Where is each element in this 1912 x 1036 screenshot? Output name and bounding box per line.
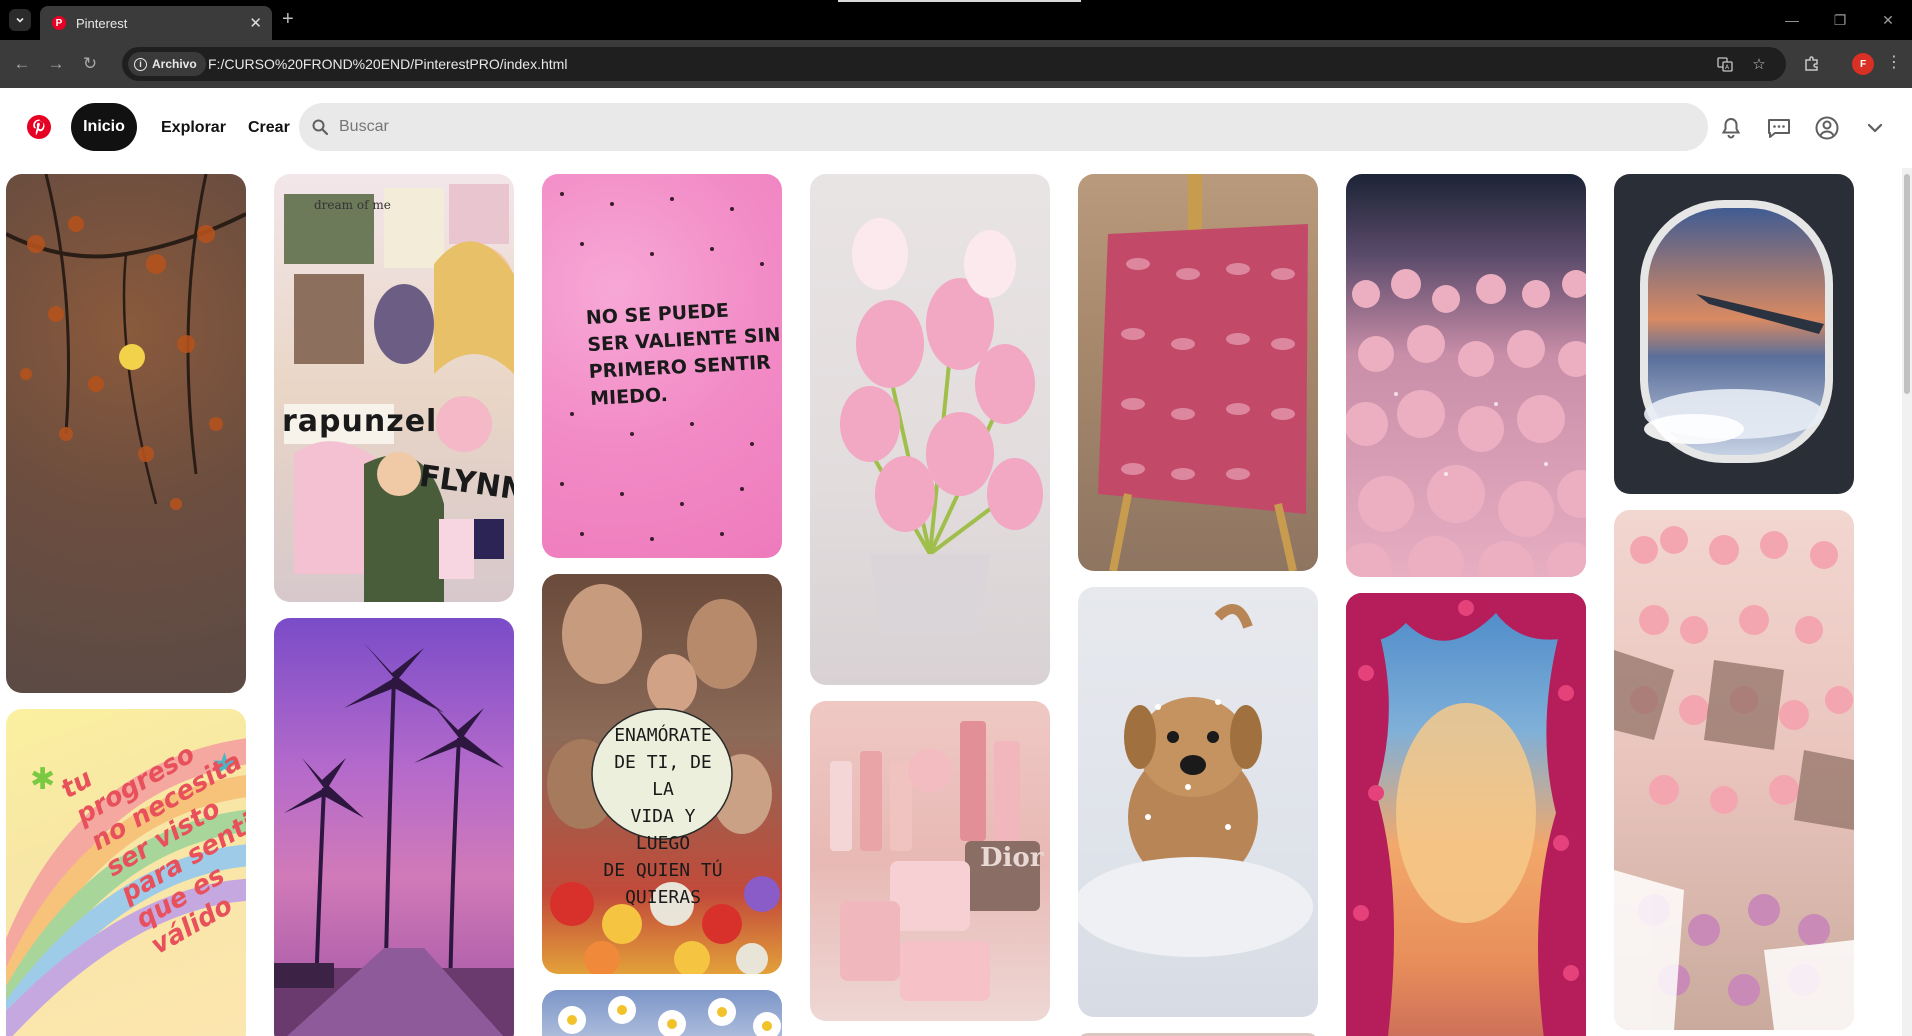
search-icon [312,119,329,136]
close-window-button[interactable]: ✕ [1864,0,1912,40]
new-tab-button[interactable]: + [282,8,294,31]
pin-dior-makeup[interactable]: Dior [810,701,1050,1021]
url-text[interactable]: F:/CURSO%20FROND%20END/PinterestPRO/inde… [208,56,567,72]
tab-search-button[interactable] [9,9,31,31]
pin-pink-quote[interactable]: NO SE PUEDE SER VALIENTE SIN PRIMERO SEN… [542,174,782,558]
quote-line: QUIERAS [625,887,701,908]
brand-label: Dior [980,843,1044,873]
tab-drag-indicator [838,0,1081,2]
scrollbar-thumb[interactable] [1904,174,1910,394]
star-icon: ✱ [30,763,55,796]
pin-image [6,174,246,510]
collage-caption: dream of me [314,198,391,212]
create-tab[interactable]: Crear [248,119,290,137]
tab-close-icon[interactable]: ✕ [249,14,262,32]
pin-rose-bouquets[interactable] [1614,510,1854,1030]
site-info-label: Archivo [152,57,197,71]
pin-image [1078,604,1313,957]
translate-icon[interactable]: A [1716,55,1734,73]
pin-image [1098,174,1308,571]
browser-menu-icon[interactable]: ⋮ [1886,52,1902,72]
pin-image [274,643,514,1036]
pin-autumn-tree[interactable] [6,174,246,693]
quote-line: DE QUIEN TÚ [603,860,723,881]
pin-rapunzel-collage[interactable]: dream of me rapunzel FLYNN [274,174,514,602]
pin-daisies[interactable] [542,990,782,1036]
forward-arrow-icon[interactable]: → [44,52,68,76]
tab-title: Pinterest [76,15,128,31]
pin-image [1640,200,1833,463]
extensions-puzzle-icon[interactable] [1800,52,1824,76]
pin-lips-canvas[interactable] [1078,174,1318,571]
window-controls: — ❐ ✕ [1768,0,1912,40]
home-tab[interactable]: Inicio [71,103,137,151]
account-icon[interactable] [1813,114,1841,142]
pin-snow-puppy[interactable] [1078,587,1318,1017]
reload-icon[interactable]: ↻ [78,52,102,76]
pinterest-logo-icon[interactable] [26,114,52,140]
pin-palm-street[interactable] [274,618,514,1036]
pin-rainbow-quote[interactable]: ✱ ★ tu progreso no necesita ser visto pa… [6,709,246,1036]
browser-tabstrip: P Pinterest ✕ + — ❐ ✕ [0,0,1912,40]
minimize-button[interactable]: — [1768,0,1816,40]
pin-rose-field[interactable] [1346,174,1586,577]
pin-grid: ✱ ★ tu progreso no necesita ser visto pa… [0,168,1902,1036]
pin-image [284,184,514,602]
page-scrollbar[interactable] [1902,168,1912,1036]
browser-tab-pinterest[interactable]: P Pinterest ✕ [40,6,272,40]
browser-toolbar: ← → ↻ i Archivo F:/CURSO%20FROND%20END/P… [0,40,1912,88]
site-info-chip[interactable]: i Archivo [128,52,206,76]
pin-frida-collage[interactable]: ENAMÓRATE DE TI, DE LA VIDA Y LUEGO DE Q… [542,574,782,974]
pin-bougainvillea[interactable] [1346,593,1586,1036]
pinterest-favicon-icon: P [52,16,66,30]
chevron-down-icon [16,17,24,23]
collage-title: rapunzel [282,404,438,439]
address-bar[interactable]: i Archivo F:/CURSO%20FROND%20END/Pintere… [122,47,1786,81]
bookmark-star-icon[interactable]: ☆ [1750,55,1768,73]
pin-image [1346,593,1586,1036]
pin-image [1614,526,1854,1030]
search-bar[interactable] [299,103,1708,151]
pin-image [840,218,1043,634]
info-icon: i [134,57,147,71]
messages-icon[interactable] [1765,114,1793,142]
profile-avatar[interactable]: F [1852,53,1874,75]
quote-line: ENAMÓRATE [614,725,712,746]
restore-button[interactable]: ❐ [1816,0,1864,40]
pin-image [1346,269,1586,577]
bell-icon[interactable] [1717,114,1745,142]
chevron-down-icon[interactable] [1861,114,1889,142]
search-input[interactable] [339,103,1689,151]
quote-line: VIDA Y LUEGO [630,806,696,854]
pin-pink-tulips[interactable] [810,174,1050,685]
explore-tab[interactable]: Explorar [161,119,226,137]
quote-line: DE TI, DE LA [614,752,712,800]
pin-image [558,996,781,1036]
pinterest-header: Inicio Explorar Crear [0,88,1912,168]
back-arrow-icon[interactable]: ← [10,52,34,76]
pin-airplane-window[interactable] [1614,174,1854,494]
